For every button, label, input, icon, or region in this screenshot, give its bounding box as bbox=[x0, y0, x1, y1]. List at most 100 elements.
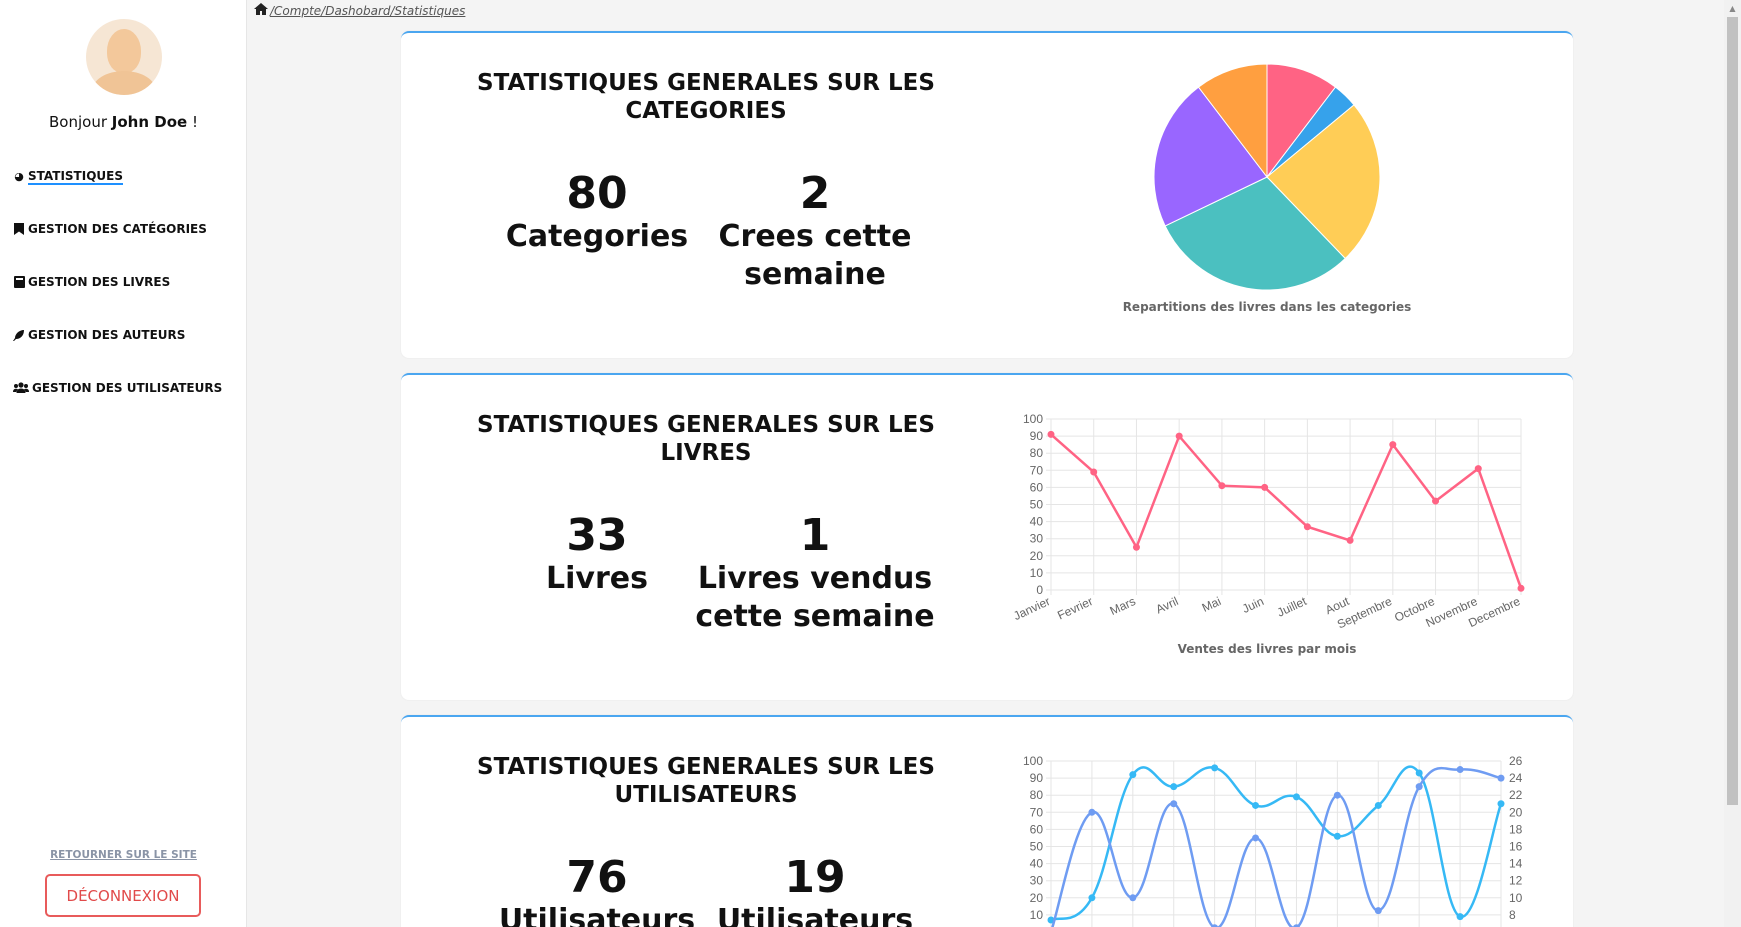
scroll-up-arrow-icon[interactable]: ▲ bbox=[1724, 0, 1741, 17]
home-icon[interactable] bbox=[254, 3, 268, 19]
card-title: STATISTIQUES GENERALES SUR LES CATEGORIE… bbox=[477, 70, 935, 124]
greeting: Bonjour John Doe ! bbox=[49, 113, 198, 131]
breadcrumb-path[interactable]: /Compte/Dashobard/Statistiques bbox=[270, 4, 465, 18]
scrollbar[interactable]: ▲ bbox=[1724, 0, 1741, 927]
x-tick-label: Avril bbox=[1154, 594, 1181, 616]
stat-value: 2 bbox=[799, 168, 831, 219]
data-point bbox=[1456, 766, 1464, 774]
card-title: STATISTIQUES GENERALES SUR LES UTILISATE… bbox=[477, 754, 935, 808]
data-point bbox=[1456, 913, 1464, 921]
y-tick-label: 90 bbox=[1030, 429, 1044, 443]
bookmark-icon bbox=[13, 223, 25, 235]
data-point bbox=[1088, 808, 1096, 816]
series-line bbox=[1050, 433, 1523, 589]
y2-tick-label: 12 bbox=[1509, 874, 1523, 888]
y-tick-label: 70 bbox=[1030, 805, 1044, 819]
data-point bbox=[1333, 832, 1341, 840]
data-point bbox=[1497, 774, 1505, 782]
stat-categories-week: 2 Crees cette semaine bbox=[635, 170, 995, 294]
y-tick-label: 80 bbox=[1030, 446, 1044, 460]
stats-card-utilisateurs: STATISTIQUES GENERALES SUR LES UTILISATE… bbox=[401, 715, 1573, 927]
x-tick-label: Juillet bbox=[1275, 594, 1309, 620]
data-point bbox=[1170, 800, 1178, 808]
y-tick-label: 30 bbox=[1030, 532, 1044, 546]
breadcrumb: /Compte/Dashobard/Statistiques bbox=[254, 3, 465, 19]
y-tick-label: 90 bbox=[1030, 771, 1044, 785]
y2-tick-label: 10 bbox=[1509, 891, 1523, 905]
y2-tick-label: 20 bbox=[1509, 805, 1523, 819]
data-point bbox=[1132, 543, 1140, 551]
data-point bbox=[1047, 430, 1055, 438]
scrollbar-thumb[interactable] bbox=[1727, 17, 1738, 805]
data-point bbox=[1252, 801, 1260, 809]
x-tick-label: Mai bbox=[1200, 594, 1223, 615]
sidebar-item-livres[interactable]: GESTION DES LIVRES bbox=[13, 275, 170, 289]
y-tick-label: 30 bbox=[1030, 874, 1044, 888]
data-point bbox=[1432, 497, 1440, 505]
data-point bbox=[1261, 483, 1269, 491]
x-tick-label: Mars bbox=[1108, 594, 1138, 618]
y-tick-label: 40 bbox=[1030, 857, 1044, 871]
data-point bbox=[1175, 432, 1183, 440]
data-point bbox=[1497, 800, 1505, 808]
stats-card-livres: STATISTIQUES GENERALES SUR LES LIVRES 33… bbox=[401, 373, 1573, 700]
y-tick-label: 60 bbox=[1030, 822, 1044, 836]
data-point bbox=[1303, 523, 1311, 531]
data-point bbox=[1333, 791, 1341, 799]
data-point bbox=[1218, 482, 1226, 490]
stat-utilisateurs-week: 19 Utilisateurs bbox=[675, 854, 955, 927]
data-point bbox=[1292, 793, 1300, 801]
feather-icon bbox=[13, 329, 25, 341]
data-point bbox=[1346, 536, 1354, 544]
data-point bbox=[1211, 764, 1219, 772]
data-point bbox=[1170, 783, 1178, 791]
data-point bbox=[1517, 584, 1525, 592]
chart-caption: Ventes des livres par mois bbox=[1177, 642, 1357, 656]
series-line bbox=[1051, 766, 1502, 927]
chart-pie-icon: ◕ bbox=[14, 170, 24, 183]
data-point bbox=[1129, 771, 1137, 779]
y2-tick-label: 22 bbox=[1509, 788, 1523, 802]
sidebar-item-auteurs[interactable]: GESTION DES AUTEURS bbox=[13, 328, 185, 342]
sidebar-item-statistiques[interactable]: ◕ STATISTIQUES bbox=[13, 169, 123, 185]
user-name: John Doe bbox=[111, 113, 188, 131]
stats-card-categories: STATISTIQUES GENERALES SUR LES CATEGORIE… bbox=[401, 31, 1573, 358]
book-icon bbox=[13, 276, 25, 288]
y-tick-label: 20 bbox=[1030, 549, 1044, 563]
y2-tick-label: 16 bbox=[1509, 840, 1523, 854]
y2-tick-label: 24 bbox=[1509, 771, 1523, 785]
stat-value: 19 bbox=[784, 852, 846, 903]
y-tick-label: 40 bbox=[1030, 515, 1044, 529]
chart-caption: Repartitions des livres dans les categor… bbox=[1122, 300, 1412, 314]
sidebar-item-categories[interactable]: GESTION DES CATÉGORIES bbox=[13, 222, 207, 236]
y-tick-label: 10 bbox=[1030, 566, 1044, 580]
y-tick-label: 60 bbox=[1030, 480, 1044, 494]
x-tick-label: Juin bbox=[1240, 594, 1266, 616]
back-to-site-link[interactable]: RETOURNER SUR LE SITE bbox=[0, 849, 247, 861]
logout-button[interactable]: DÉCONNEXION bbox=[45, 874, 201, 917]
y-tick-label: 10 bbox=[1030, 908, 1044, 922]
stat-label: Crees cette semaine bbox=[718, 219, 912, 292]
data-point bbox=[1252, 834, 1260, 842]
y-tick-label: 20 bbox=[1030, 891, 1044, 905]
y2-tick-label: 18 bbox=[1509, 822, 1523, 836]
y-tick-label: 100 bbox=[1023, 754, 1043, 768]
card-title: STATISTIQUES GENERALES SUR LES LIVRES bbox=[477, 412, 935, 466]
y-tick-label: 80 bbox=[1030, 788, 1044, 802]
y-tick-label: 50 bbox=[1030, 840, 1044, 854]
data-point bbox=[1389, 441, 1397, 449]
users-icon bbox=[13, 382, 29, 394]
stat-label: Utilisateurs bbox=[716, 903, 914, 927]
y2-tick-label: 26 bbox=[1509, 754, 1523, 768]
sales-line-chart: 0102030405060708090100Janvier Fevrier Mars… bbox=[1011, 412, 1525, 632]
data-point bbox=[1374, 907, 1382, 915]
y2-tick-label: 14 bbox=[1509, 857, 1523, 871]
categories-pie-chart bbox=[1153, 63, 1381, 291]
stat-livres-vendus: 1 Livres vendus cette semaine bbox=[635, 512, 995, 636]
sidebar: Bonjour John Doe ! ◕ STATISTIQUES GESTIO… bbox=[0, 0, 247, 927]
data-point bbox=[1090, 468, 1098, 476]
y-tick-label: 50 bbox=[1030, 498, 1044, 512]
series-line bbox=[1050, 765, 1503, 922]
sidebar-item-utilisateurs[interactable]: GESTION DES UTILISATEURS bbox=[13, 381, 222, 395]
data-point bbox=[1374, 801, 1382, 809]
